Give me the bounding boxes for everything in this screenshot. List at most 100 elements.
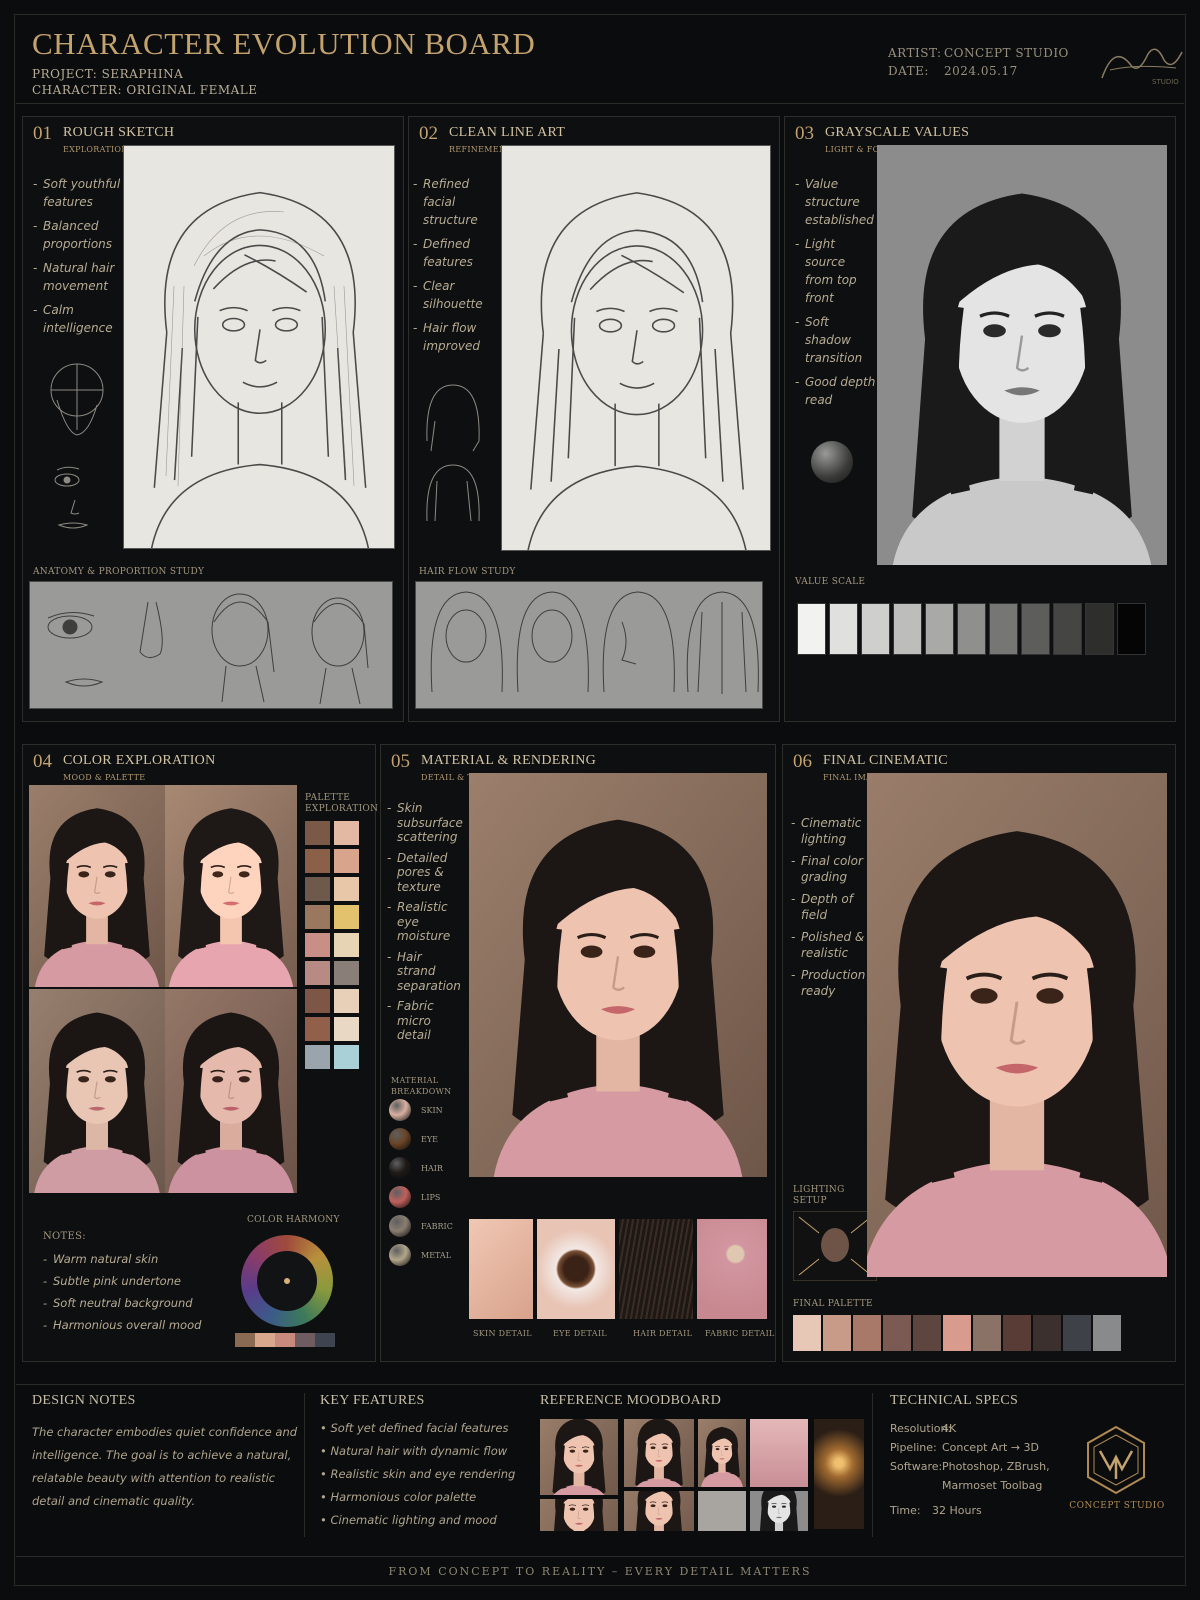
panel-grayscale-values: 03 GRAYSCALE VALUES LIGHT & FORM Value s… [784, 116, 1176, 722]
palette-row [305, 933, 361, 957]
design-notes-line: intelligence. The goal is to achieve a n… [32, 1448, 292, 1462]
grayscale-portrait-image [877, 145, 1167, 565]
bullet-item: Final color grading [791, 853, 865, 885]
bullet-item: Calm intelligence [33, 301, 123, 337]
panel-title: CLEAN LINE ART [449, 125, 566, 140]
spec-row: Software:Photoshop, ZBrush, [890, 1460, 1050, 1473]
technical-specs-title: TECHNICAL SPECS [890, 1393, 1019, 1408]
panel-title: MATERIAL & RENDERING [421, 753, 597, 768]
value-scale [797, 603, 1146, 655]
material-item: METAL [389, 1244, 451, 1266]
anatomy-study-image [29, 581, 393, 709]
moodboard-image-fabric [750, 1419, 808, 1487]
material-sphere-icon [389, 1215, 411, 1237]
palette-swatch [334, 1045, 359, 1069]
material-sphere-icon [389, 1186, 411, 1208]
note-item: Harmonious overall mood [43, 1317, 243, 1333]
palette-swatch [305, 1045, 330, 1069]
material-item: LIPS [389, 1186, 440, 1208]
material-sphere-icon [389, 1157, 411, 1179]
final-palette-swatch [853, 1315, 881, 1351]
palette-label-line: EXPLORATION [305, 804, 379, 814]
hair-flow-study-image [415, 581, 763, 709]
palette-swatch [305, 989, 330, 1013]
project-name: PROJECT: SERAPHINA [32, 67, 184, 81]
harmony-swatches [235, 1333, 335, 1347]
feature-item: • Natural hair with dynamic flow [320, 1444, 508, 1458]
value-sphere [811, 441, 853, 483]
feature-item: • Harmonious color palette [320, 1490, 477, 1504]
moodboard-title: REFERENCE MOODBOARD [540, 1393, 722, 1408]
project-meta: PROJECT: SERAPHINA CHARACTER: ORIGINAL F… [32, 66, 258, 98]
bullet-item: Hair flow improved [413, 319, 495, 355]
panel-material-rendering: 05 MATERIAL & RENDERING DETAIL & TEXTURE… [380, 744, 776, 1362]
detail-label: FABRIC DETAIL [705, 1329, 775, 1338]
design-notes-title: DESIGN NOTES [32, 1393, 136, 1408]
bullet-list: Value structure established Light source… [795, 175, 877, 415]
panel-number: 01 [33, 123, 52, 144]
final-palette-swatch [1003, 1315, 1031, 1351]
note-item: Warm natural skin [43, 1251, 243, 1267]
bullet-item: Polished & realistic [791, 929, 865, 961]
harmony-swatch [235, 1333, 255, 1347]
lighting-label-line: LIGHTING [793, 1185, 845, 1195]
palette-swatch [334, 877, 359, 901]
panel-clean-line-art: 02 CLEAN LINE ART REFINEMENT Refined fac… [408, 116, 780, 722]
panel-number: 06 [793, 751, 812, 772]
final-palette-swatch [943, 1315, 971, 1351]
final-portrait-image [867, 773, 1167, 1277]
design-notes-line: relatable beauty with attention to reali… [32, 1471, 276, 1485]
material-item: EYE [389, 1128, 438, 1150]
panel-title: FINAL CINEMATIC [823, 753, 948, 768]
panel-color-exploration: 04 COLOR EXPLORATION MOOD & PALETTE PALE… [22, 744, 378, 1362]
palette-swatch [305, 849, 330, 873]
notes-title: NOTES: [43, 1231, 86, 1242]
design-notes-text: The character embodies quiet confidence … [32, 1421, 302, 1513]
value-swatch [925, 603, 954, 655]
panel-title: COLOR EXPLORATION [63, 753, 216, 768]
panel-number: 04 [33, 751, 52, 772]
panel-number: 03 [795, 123, 814, 144]
artist-label: ARTIST: [888, 46, 942, 60]
bullet-list: Soft youthful features Balanced proporti… [33, 175, 123, 343]
study-label: HAIR FLOW STUDY [419, 567, 516, 577]
detail-label: SKIN DETAIL [473, 1329, 532, 1338]
key-features-list: • Soft yet defined facial features • Nat… [320, 1417, 520, 1532]
harmony-swatch [255, 1333, 275, 1347]
date-value: 2024.05.17 [944, 64, 1018, 78]
material-item: HAIR [389, 1157, 443, 1179]
bullet-item: Production ready [791, 967, 865, 999]
detail-label: EYE DETAIL [553, 1329, 607, 1338]
feature-item: • Cinematic lighting and mood [320, 1513, 497, 1527]
panel-subtitle: MOOD & PALETTE [63, 773, 146, 782]
color-variant-2 [165, 785, 297, 987]
palette-row [305, 849, 361, 873]
character-type: CHARACTER: ORIGINAL FEMALE [32, 83, 258, 97]
palette-row [305, 905, 361, 929]
panel-final-cinematic: 06 FINAL CINEMATIC FINAL IMAGE Cinematic… [782, 744, 1176, 1362]
bullet-item: Soft youthful features [33, 175, 123, 211]
moodboard-image [698, 1419, 746, 1487]
footer-tagline: FROM CONCEPT TO REALITY – EVERY DETAIL M… [16, 1556, 1184, 1584]
material-label: MATERIAL BREAKDOWN [391, 1075, 451, 1097]
feature-item: • Soft yet defined facial features [320, 1421, 509, 1435]
color-wheel [241, 1235, 333, 1327]
lighting-diagram [793, 1211, 877, 1281]
bullet-item: Light source from top front [795, 235, 877, 307]
bullet-item: Clear silhouette [413, 277, 495, 313]
bullet-item: Balanced proportions [33, 217, 123, 253]
moodboard-image [750, 1491, 808, 1531]
rendered-portrait-image [469, 773, 767, 1177]
spec-row: Marmoset Toolbag [942, 1479, 1043, 1492]
hair-detail-image [619, 1219, 693, 1319]
bullet-item: Depth of field [791, 891, 865, 923]
palette-row [305, 877, 361, 901]
palette-label: PALETTE EXPLORATION [305, 793, 378, 815]
date-label: DATE: [888, 64, 929, 78]
spec-row: Resolution:4K [890, 1422, 957, 1435]
material-name: EYE [421, 1134, 438, 1144]
value-swatch [797, 603, 826, 655]
material-label-line: MATERIAL [391, 1076, 439, 1085]
bullet-item: Natural hair movement [33, 259, 123, 295]
note-item: Subtle pink undertone [43, 1273, 243, 1289]
